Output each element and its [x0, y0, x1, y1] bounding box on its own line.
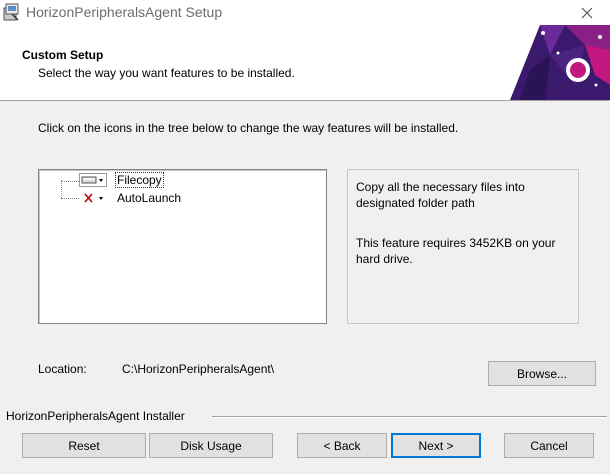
description-text: Copy all the necessary files into design… [356, 180, 525, 210]
disk-requirement-text: This feature requires 3452KB on your har… [356, 236, 556, 266]
disk-usage-button[interactable]: Disk Usage [149, 433, 273, 458]
installer-box-icon [3, 3, 19, 21]
feature-state-dropdown[interactable] [79, 191, 107, 205]
tree-connector [61, 198, 79, 199]
title-bar: HorizonPeripheralsAgent Setup [0, 0, 610, 25]
window-title: HorizonPeripheralsAgent Setup [26, 4, 223, 20]
feature-item-filecopy[interactable]: Filecopy [39, 172, 319, 189]
close-button[interactable] [564, 0, 610, 25]
reset-button[interactable]: Reset [22, 433, 146, 458]
close-icon [581, 7, 593, 18]
browse-button[interactable]: Browse... [488, 361, 596, 386]
feature-label[interactable]: AutoLaunch [116, 191, 182, 205]
banner-subtitle: Select the way you want features to be i… [38, 66, 295, 80]
location-path: C:\HorizonPeripheralsAgent\ [122, 362, 275, 376]
feature-item-autolaunch[interactable]: AutoLaunch [39, 190, 319, 207]
cancel-button[interactable]: Cancel [504, 433, 594, 458]
instruction-text: Click on the icons in the tree below to … [38, 121, 459, 135]
header-banner: Custom Setup Select the way you want fea… [0, 25, 610, 101]
next-button[interactable]: Next > [391, 433, 481, 458]
footer-divider [212, 416, 607, 418]
feature-label[interactable]: Filecopy [115, 172, 164, 188]
feature-tree[interactable]: Filecopy AutoLaunch [38, 169, 327, 324]
banner-graphic [510, 25, 610, 100]
banner-title: Custom Setup [22, 48, 104, 62]
tree-connector [61, 181, 79, 182]
location-label: Location: [38, 362, 87, 376]
red-x-icon [84, 193, 103, 203]
feature-state-dropdown[interactable] [79, 173, 107, 187]
drive-icon [81, 176, 103, 184]
feature-description: Copy all the necessary files into design… [347, 169, 579, 324]
installer-brand-label: HorizonPeripheralsAgent Installer [6, 409, 185, 423]
back-button[interactable]: < Back [297, 433, 387, 458]
